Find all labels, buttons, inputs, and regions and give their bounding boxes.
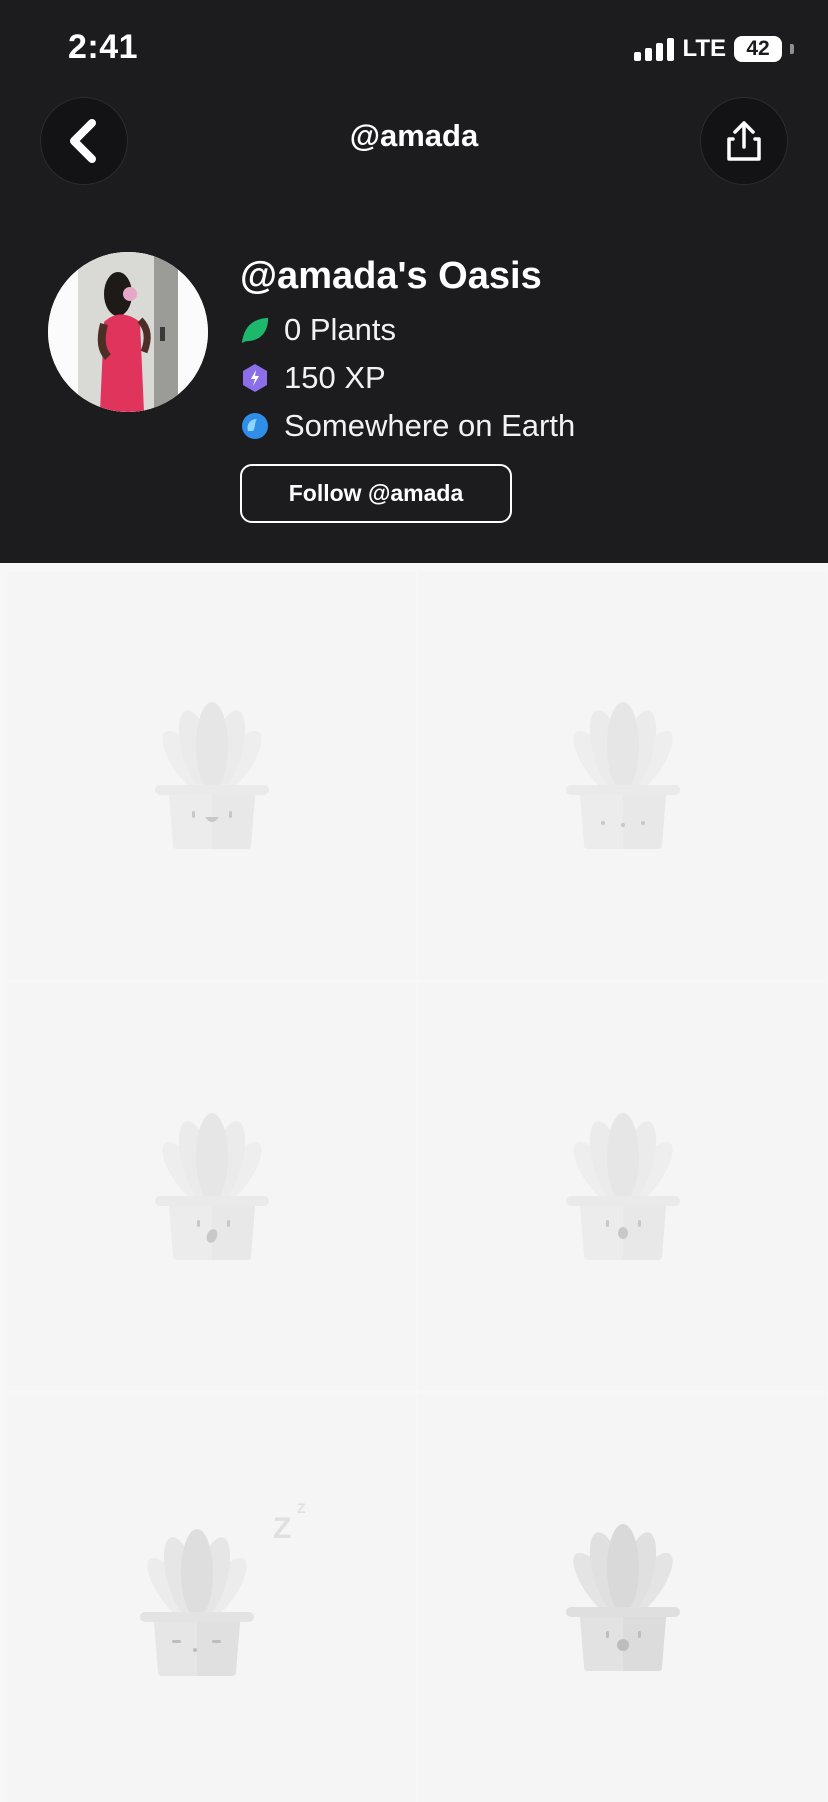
sleep-z-text: Z — [273, 1512, 292, 1545]
location: Somewhere on Earth — [240, 408, 575, 444]
leaf-icon — [240, 315, 270, 345]
cellular-signal-icon — [634, 37, 675, 61]
follow-button[interactable]: Follow @amada — [240, 464, 512, 523]
plant-placeholder-6 — [418, 1394, 827, 1802]
globe-icon — [240, 411, 270, 441]
succulent-placeholder-icon — [565, 1524, 680, 1671]
succulent-placeholder-icon — [154, 702, 269, 849]
succulent-placeholder-icon — [565, 702, 680, 849]
plant-placeholder-4 — [418, 983, 827, 1391]
plants-count-text: 0 Plants — [284, 312, 397, 347]
network-type: LTE — [682, 35, 726, 62]
share-icon — [727, 121, 761, 161]
plant-placeholder-3 — [7, 983, 416, 1391]
xp-icon — [240, 363, 270, 393]
succulent-sleeping-placeholder-icon — [139, 1529, 254, 1676]
status-time: 2:41 — [68, 28, 139, 66]
plant-placeholder-1 — [7, 572, 416, 980]
succulent-placeholder-icon — [565, 1113, 680, 1260]
sleep-z-text-small: Z — [297, 1500, 306, 1516]
battery-tip — [790, 44, 794, 54]
plants-count: 0 Plants — [240, 312, 396, 348]
battery-icon: 42 — [734, 36, 782, 62]
xp-count-text: 150 XP — [284, 360, 386, 395]
status-indicators: LTE 42 — [634, 34, 794, 64]
avatar-photo — [48, 252, 208, 412]
xp-count: 150 XP — [240, 360, 386, 396]
battery-level: 42 — [746, 37, 770, 60]
succulent-placeholder-icon — [154, 1113, 269, 1260]
avatar[interactable] — [48, 252, 208, 412]
share-button[interactable] — [700, 97, 788, 185]
plant-placeholder-5: Z Z — [7, 1394, 416, 1802]
location-text: Somewhere on Earth — [284, 408, 576, 443]
profile-title: @amada's Oasis — [240, 255, 542, 297]
plant-placeholder-2 — [418, 572, 827, 980]
profile-header: 2:41 LTE 42 @amada @amada's Oasis 0 Plan… — [0, 0, 828, 563]
